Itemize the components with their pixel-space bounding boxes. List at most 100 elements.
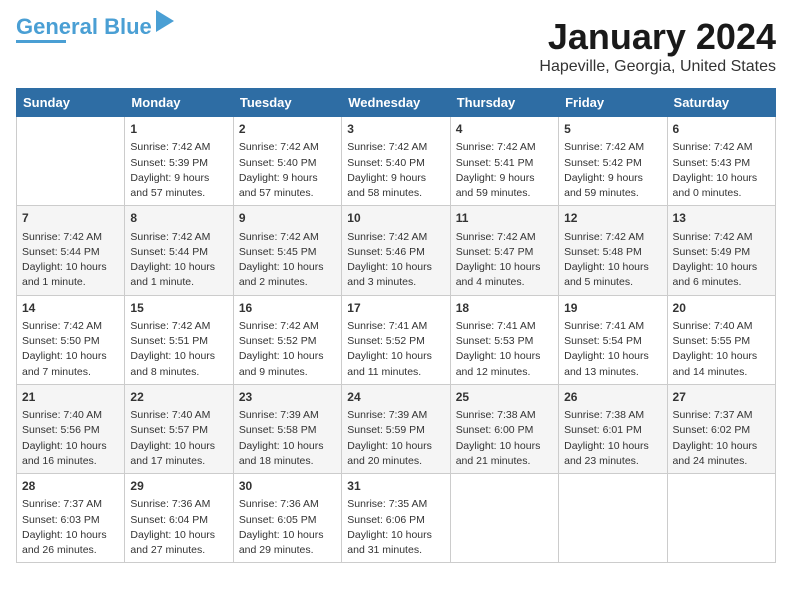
calendar-title: January 2024 — [539, 16, 776, 58]
day-number: 5 — [564, 121, 661, 138]
calendar-subtitle: Hapeville, Georgia, United States — [539, 58, 776, 76]
day-content: Sunrise: 7:38 AMSunset: 6:01 PMDaylight:… — [564, 408, 661, 469]
calendar-cell: 6 Sunrise: 7:42 AMSunset: 5:43 PMDaylight… — [667, 117, 775, 206]
day-number: 27 — [673, 389, 770, 406]
day-number: 17 — [347, 300, 444, 317]
day-content: Sunrise: 7:42 AMSunset: 5:41 PMDaylight:… — [456, 140, 553, 201]
header-saturday: Saturday — [667, 89, 775, 117]
day-number: 14 — [22, 300, 119, 317]
day-number: 9 — [239, 210, 336, 227]
day-content: Sunrise: 7:35 AMSunset: 6:06 PMDaylight:… — [347, 497, 444, 558]
day-number: 21 — [22, 389, 119, 406]
day-content: Sunrise: 7:37 AMSunset: 6:03 PMDaylight:… — [22, 497, 119, 558]
day-number: 30 — [239, 478, 336, 495]
calendar-table: Sunday Monday Tuesday Wednesday Thursday… — [16, 88, 776, 563]
calendar-cell: 10Sunrise: 7:42 AMSunset: 5:46 PMDayligh… — [342, 206, 450, 295]
calendar-cell: 24 Sunrise: 7:39 AMSunset: 5:59 PMDayligh… — [342, 384, 450, 473]
calendar-cell: 17 Sunrise: 7:41 AMSunset: 5:52 PMDayligh… — [342, 295, 450, 384]
day-content: Sunrise: 7:36 AMSunset: 6:05 PMDaylight:… — [239, 497, 336, 558]
day-content: Sunrise: 7:42 AMSunset: 5:48 PMDaylight:… — [564, 230, 661, 291]
header-thursday: Thursday — [450, 89, 558, 117]
day-content: Sunrise: 7:36 AMSunset: 6:04 PMDaylight:… — [130, 497, 227, 558]
day-content: Sunrise: 7:42 AMSunset: 5:52 PMDaylight:… — [239, 319, 336, 380]
calendar-cell: 28 Sunrise: 7:37 AMSunset: 6:03 PMDayligh… — [17, 474, 125, 563]
calendar-cell: 22 Sunrise: 7:40 AMSunset: 5:57 PMDayligh… — [125, 384, 233, 473]
day-number: 3 — [347, 121, 444, 138]
calendar-cell: 20Sunrise: 7:40 AMSunset: 5:55 PMDayligh… — [667, 295, 775, 384]
day-content: Sunrise: 7:42 AMSunset: 5:40 PMDaylight:… — [347, 140, 444, 201]
calendar-cell: 18Sunrise: 7:41 AMSunset: 5:53 PMDayligh… — [450, 295, 558, 384]
day-number: 4 — [456, 121, 553, 138]
logo-line1: General — [16, 14, 98, 39]
header-monday: Monday — [125, 89, 233, 117]
day-number: 23 — [239, 389, 336, 406]
day-number: 16 — [239, 300, 336, 317]
logo: General Blue — [16, 16, 174, 43]
day-number: 15 — [130, 300, 227, 317]
calendar-cell: 27 Sunrise: 7:37 AMSunset: 6:02 PMDayligh… — [667, 384, 775, 473]
day-content: Sunrise: 7:39 AMSunset: 5:59 PMDaylight:… — [347, 408, 444, 469]
day-number: 8 — [130, 210, 227, 227]
week-row: 14 Sunrise: 7:42 AMSunset: 5:50 PMDayligh… — [17, 295, 776, 384]
week-row: 28 Sunrise: 7:37 AMSunset: 6:03 PMDayligh… — [17, 474, 776, 563]
calendar-cell: 3 Sunrise: 7:42 AMSunset: 5:40 PMDaylight… — [342, 117, 450, 206]
header-tuesday: Tuesday — [233, 89, 341, 117]
day-content: Sunrise: 7:42 AMSunset: 5:43 PMDaylight:… — [673, 140, 770, 201]
day-number: 22 — [130, 389, 227, 406]
day-number: 29 — [130, 478, 227, 495]
day-content: Sunrise: 7:42 AMSunset: 5:47 PMDaylight:… — [456, 230, 553, 291]
week-row: 1Sunrise: 7:42 AMSunset: 5:39 PMDaylight… — [17, 117, 776, 206]
day-content: Sunrise: 7:42 AMSunset: 5:51 PMDaylight:… — [130, 319, 227, 380]
calendar-cell: 30 Sunrise: 7:36 AMSunset: 6:05 PMDayligh… — [233, 474, 341, 563]
calendar-cell — [667, 474, 775, 563]
header-wednesday: Wednesday — [342, 89, 450, 117]
day-content: Sunrise: 7:37 AMSunset: 6:02 PMDaylight:… — [673, 408, 770, 469]
header-sunday: Sunday — [17, 89, 125, 117]
day-number: 31 — [347, 478, 444, 495]
calendar-cell: 12 Sunrise: 7:42 AMSunset: 5:48 PMDayligh… — [559, 206, 667, 295]
calendar-cell: 13Sunrise: 7:42 AMSunset: 5:49 PMDayligh… — [667, 206, 775, 295]
day-number: 11 — [456, 210, 553, 227]
day-content: Sunrise: 7:40 AMSunset: 5:55 PMDaylight:… — [673, 319, 770, 380]
day-number: 24 — [347, 389, 444, 406]
page-header: General Blue January 2024 Hapeville, Geo… — [16, 16, 776, 76]
day-number: 12 — [564, 210, 661, 227]
header-friday: Friday — [559, 89, 667, 117]
calendar-cell: 16 Sunrise: 7:42 AMSunset: 5:52 PMDayligh… — [233, 295, 341, 384]
day-number: 1 — [130, 121, 227, 138]
logo-underline — [16, 40, 66, 43]
calendar-cell: 21Sunrise: 7:40 AMSunset: 5:56 PMDayligh… — [17, 384, 125, 473]
logo-line2: Blue — [104, 14, 152, 39]
day-number: 25 — [456, 389, 553, 406]
calendar-body: 1Sunrise: 7:42 AMSunset: 5:39 PMDaylight… — [17, 117, 776, 563]
day-content: Sunrise: 7:40 AMSunset: 5:57 PMDaylight:… — [130, 408, 227, 469]
day-content: Sunrise: 7:42 AMSunset: 5:49 PMDaylight:… — [673, 230, 770, 291]
day-content: Sunrise: 7:39 AMSunset: 5:58 PMDaylight:… — [239, 408, 336, 469]
day-content: Sunrise: 7:42 AMSunset: 5:50 PMDaylight:… — [22, 319, 119, 380]
day-number: 28 — [22, 478, 119, 495]
day-content: Sunrise: 7:42 AMSunset: 5:44 PMDaylight:… — [130, 230, 227, 291]
day-content: Sunrise: 7:42 AMSunset: 5:44 PMDaylight:… — [22, 230, 119, 291]
calendar-header: Sunday Monday Tuesday Wednesday Thursday… — [17, 89, 776, 117]
calendar-cell: 26Sunrise: 7:38 AMSunset: 6:01 PMDayligh… — [559, 384, 667, 473]
calendar-cell: 7 Sunrise: 7:42 AMSunset: 5:44 PMDaylight… — [17, 206, 125, 295]
day-number: 6 — [673, 121, 770, 138]
calendar-cell — [17, 117, 125, 206]
calendar-cell: 2Sunrise: 7:42 AMSunset: 5:40 PMDaylight… — [233, 117, 341, 206]
title-block: January 2024 Hapeville, Georgia, United … — [539, 16, 776, 76]
calendar-cell: 5 Sunrise: 7:42 AMSunset: 5:42 PMDaylight… — [559, 117, 667, 206]
calendar-cell: 14 Sunrise: 7:42 AMSunset: 5:50 PMDayligh… — [17, 295, 125, 384]
calendar-cell: 8 Sunrise: 7:42 AMSunset: 5:44 PMDaylight… — [125, 206, 233, 295]
day-number: 7 — [22, 210, 119, 227]
calendar-cell: 4 Sunrise: 7:42 AMSunset: 5:41 PMDaylight… — [450, 117, 558, 206]
calendar-cell: 9Sunrise: 7:42 AMSunset: 5:45 PMDaylight… — [233, 206, 341, 295]
calendar-cell: 11 Sunrise: 7:42 AMSunset: 5:47 PMDayligh… — [450, 206, 558, 295]
day-content: Sunrise: 7:42 AMSunset: 5:42 PMDaylight:… — [564, 140, 661, 201]
header-row: Sunday Monday Tuesday Wednesday Thursday… — [17, 89, 776, 117]
day-content: Sunrise: 7:41 AMSunset: 5:54 PMDaylight:… — [564, 319, 661, 380]
day-content: Sunrise: 7:41 AMSunset: 5:52 PMDaylight:… — [347, 319, 444, 380]
calendar-cell: 25Sunrise: 7:38 AMSunset: 6:00 PMDayligh… — [450, 384, 558, 473]
week-row: 7 Sunrise: 7:42 AMSunset: 5:44 PMDaylight… — [17, 206, 776, 295]
day-number: 10 — [347, 210, 444, 227]
day-content: Sunrise: 7:41 AMSunset: 5:53 PMDaylight:… — [456, 319, 553, 380]
